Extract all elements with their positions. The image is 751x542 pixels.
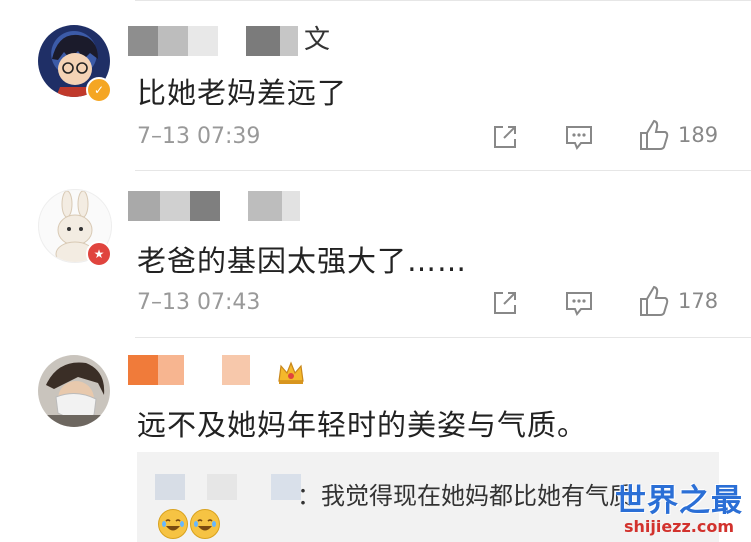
comment-text: 老爸的基因太强大了…… xyxy=(137,244,468,278)
comment-text: 比她老妈差远了 xyxy=(137,76,348,110)
comment-icon xyxy=(566,126,592,150)
share-icon xyxy=(494,126,516,148)
comment-item: ✓ 文 比她老妈差远了 7–13 07:39 189 xyxy=(0,0,751,170)
avatar[interactable] xyxy=(38,355,110,427)
laughing-emoji-icon xyxy=(190,509,220,539)
comment-icon xyxy=(566,292,592,316)
site-watermark: 世界之最 shijiezz.com xyxy=(615,484,743,536)
username-tail: 文 xyxy=(304,25,331,55)
reply-text: ：我觉得现在她妈都比她有气质 xyxy=(297,482,633,510)
username[interactable]: 文 xyxy=(128,22,330,56)
username[interactable] xyxy=(128,187,306,221)
v-badge-icon: ✓ xyxy=(86,77,112,103)
watermark-url: shijiezz.com xyxy=(623,517,735,536)
laughing-emoji-icon xyxy=(158,509,188,539)
reply-username[interactable] xyxy=(155,474,301,500)
comment-button[interactable] xyxy=(563,288,595,318)
avatar-image xyxy=(38,362,110,427)
share-icon xyxy=(494,292,516,314)
watermark-title: 世界之最 xyxy=(615,483,743,519)
comment-item: ★ 老爸的基因太强大了…… 7–13 07:43 178 xyxy=(0,170,751,337)
comment-text: 远不及她妈年轻时的美姿与气质。 xyxy=(137,408,588,442)
comment-time: 7–13 07:39 xyxy=(137,124,261,149)
like-button[interactable]: 189 xyxy=(638,118,718,152)
thumbs-up-icon xyxy=(640,285,669,316)
share-button[interactable] xyxy=(490,122,520,152)
like-count: 178 xyxy=(678,289,719,313)
like-count: 189 xyxy=(678,123,719,147)
comment-button[interactable] xyxy=(563,122,595,152)
like-button[interactable]: 178 xyxy=(638,284,718,318)
crown-icon xyxy=(276,359,306,389)
star-badge-icon: ★ xyxy=(86,241,112,267)
thumbs-up-icon xyxy=(640,119,669,150)
username[interactable] xyxy=(128,351,256,385)
comment-time: 7–13 07:43 xyxy=(137,290,261,315)
share-button[interactable] xyxy=(490,288,520,318)
